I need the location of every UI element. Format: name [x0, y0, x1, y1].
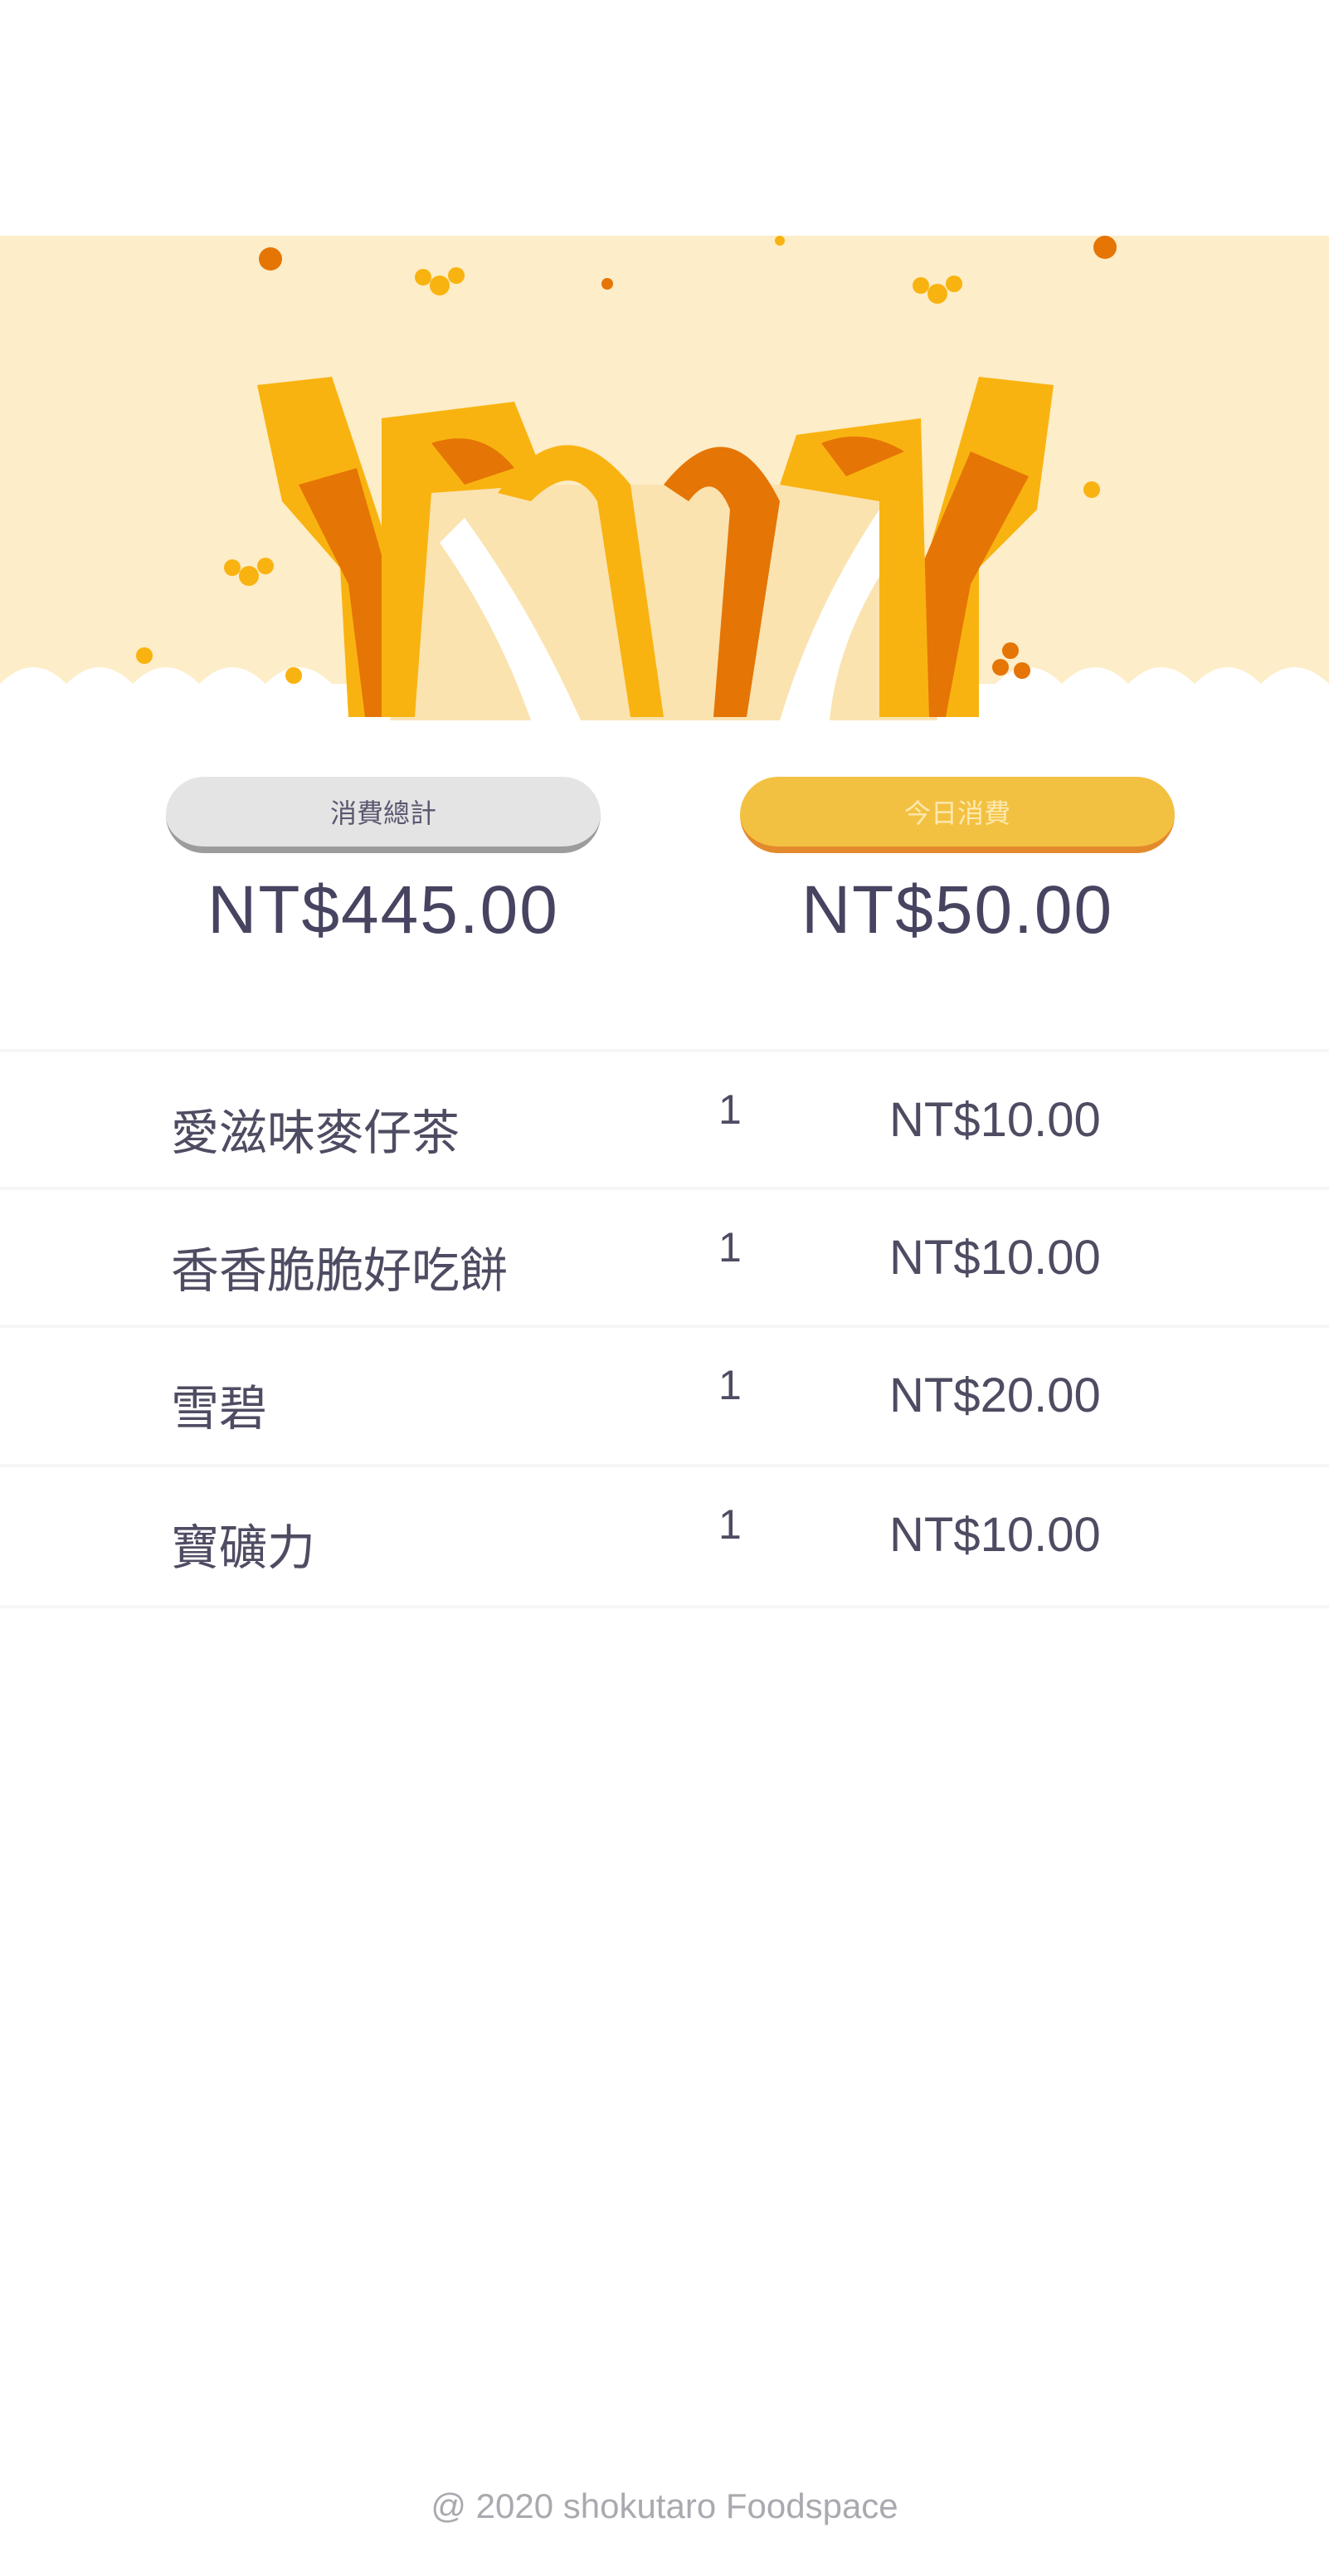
total-spending-label: 消費總計	[329, 798, 436, 828]
total-amount: NT$445.00	[207, 872, 559, 948]
item-price: NT$20.00	[889, 1368, 1101, 1422]
total-spending-tab[interactable]: 消費總計	[166, 777, 601, 853]
item-qty: 1	[718, 1362, 742, 1408]
today-amount: NT$50.00	[801, 872, 1114, 948]
list-item: 愛滋味麥仔茶 1 NT$10.00	[0, 1049, 1329, 1190]
item-name: 愛滋味麥仔茶	[171, 1106, 460, 1160]
item-qty: 1	[718, 1086, 742, 1133]
item-price: NT$10.00	[889, 1093, 1101, 1147]
today-spending-tab[interactable]: 今日消費	[740, 777, 1175, 853]
footer-copyright: @ 2020 shokutaro Foodspace	[431, 2486, 898, 2525]
today-spending-label: 今日消費	[903, 798, 1010, 828]
item-qty: 1	[718, 1501, 742, 1548]
item-name: 香香脆脆好吃餅	[171, 1244, 509, 1298]
list-item: 香香脆脆好吃餅 1 NT$10.00	[0, 1187, 1329, 1328]
list-item: 雪碧 1 NT$20.00	[0, 1325, 1329, 1466]
header-banner-illustration	[0, 236, 1329, 720]
item-price: NT$10.00	[889, 1231, 1101, 1285]
item-qty: 1	[718, 1224, 742, 1271]
item-name: 雪碧	[171, 1382, 268, 1436]
list-item: 寶礦力 1 NT$10.00	[0, 1464, 1329, 1608]
item-name: 寶礦力	[171, 1521, 316, 1575]
item-price: NT$10.00	[889, 1508, 1101, 1562]
